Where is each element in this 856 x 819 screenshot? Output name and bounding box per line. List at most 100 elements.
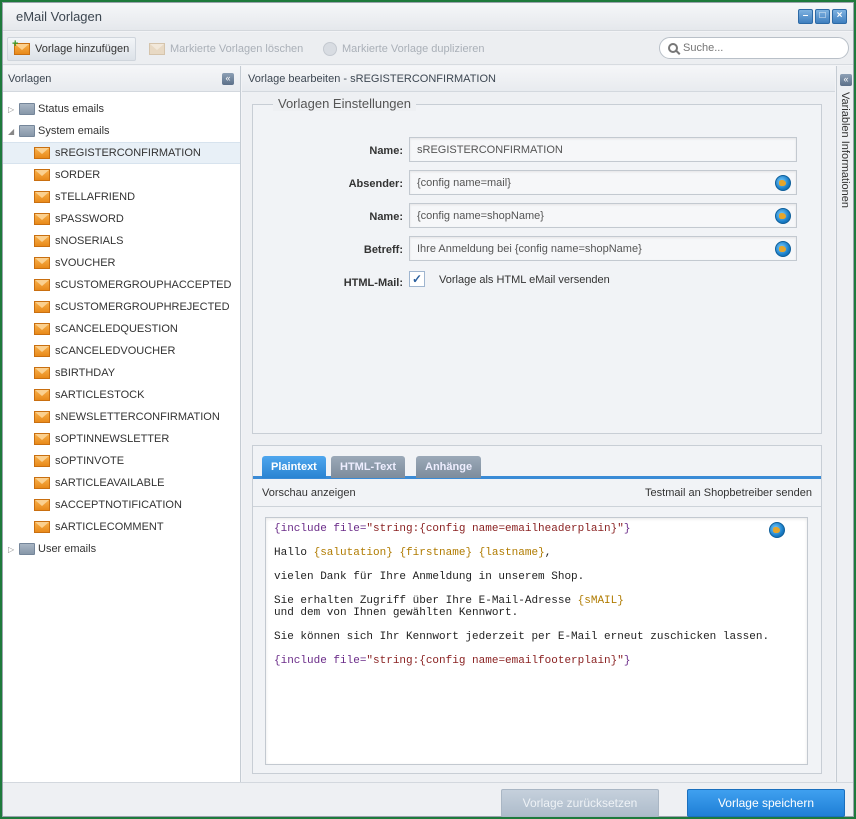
variables-info-title[interactable]: Variablen Informationen — [839, 92, 851, 208]
collapse-arrow-icon[interactable]: ◢ — [8, 127, 16, 136]
preview-button[interactable]: Vorschau anzeigen — [262, 487, 356, 499]
html-mail-row: HTML-Mail: ✓ Vorlage als HTML eMail vers… — [253, 269, 823, 297]
template-item[interactable]: sARTICLEAVAILABLE — [3, 472, 240, 494]
delete-templates-button[interactable]: Markierte Vorlagen löschen — [143, 37, 309, 61]
template-item[interactable]: sARTICLESTOCK — [3, 384, 240, 406]
template-item-label: sARTICLEAVAILABLE — [55, 477, 165, 489]
collapse-left-icon[interactable]: « — [222, 73, 234, 85]
sender-row: Absender: {config name=mail} — [253, 170, 823, 198]
template-item[interactable]: sOPTINNEWSLETTER — [3, 428, 240, 450]
template-item-label: sARTICLESTOCK — [55, 389, 145, 401]
template-item[interactable]: sCANCELEDVOUCHER — [3, 340, 240, 362]
name-label: Name: — [369, 145, 403, 157]
template-item[interactable]: sNOSERIALS — [3, 230, 240, 252]
search-input[interactable] — [683, 42, 833, 54]
template-item-label: sOPTINVOTE — [55, 455, 125, 467]
mail-icon — [34, 367, 50, 379]
sender-name-value: {config name=shopName} — [417, 209, 544, 222]
settings-fieldset: Vorlagen Einstellungen Name: sREGISTERCO… — [252, 96, 823, 434]
template-item-label: sOPTINNEWSLETTER — [55, 433, 170, 445]
template-item[interactable]: sARTICLECOMMENT — [3, 516, 240, 538]
globe-icon[interactable] — [775, 241, 791, 257]
html-mail-label: HTML-Mail: — [343, 277, 403, 289]
template-item[interactable]: sREGISTERCONFIRMATION — [3, 142, 240, 164]
template-item[interactable]: sORDER — [3, 164, 240, 186]
subject-field[interactable]: Ihre Anmeldung bei {config name=shopName… — [409, 236, 797, 261]
mail-icon — [34, 499, 50, 511]
template-item-label: sCUSTOMERGROUPHREJECTED — [55, 301, 230, 313]
minimize-button[interactable]: – — [798, 9, 813, 24]
template-item-label: sCANCELEDVOUCHER — [55, 345, 176, 357]
globe-icon[interactable] — [769, 522, 785, 538]
sender-field[interactable]: {config name=mail} — [409, 170, 797, 195]
template-item-label: sNOSERIALS — [55, 235, 124, 247]
expand-side-icon[interactable]: « — [840, 74, 852, 86]
globe-icon[interactable] — [775, 175, 791, 191]
template-item[interactable]: sACCEPTNOTIFICATION — [3, 494, 240, 516]
template-item-label: sCUSTOMERGROUPHACCEPTED — [55, 279, 232, 291]
tree-folder-system-emails[interactable]: ◢ System emails — [3, 120, 240, 142]
mail-icon — [34, 235, 50, 247]
folder-icon — [19, 543, 35, 555]
maximize-button[interactable]: □ — [815, 9, 830, 24]
subject-row: Betreff: Ihre Anmeldung bei {config name… — [253, 236, 823, 264]
delete-mail-icon — [149, 43, 165, 55]
template-item[interactable]: sCUSTOMERGROUPHREJECTED — [3, 296, 240, 318]
plaintext-editor[interactable]: {include file="string:{config name=email… — [265, 517, 808, 765]
duplicate-template-label: Markierte Vorlage duplizieren — [342, 43, 485, 55]
template-item[interactable]: sBIRTHDAY — [3, 362, 240, 384]
body-line-2: Sie erhalten Zugriff über Ihre E-Mail-Ad… — [274, 595, 624, 607]
mail-icon — [34, 345, 50, 357]
name-field[interactable]: sREGISTERCONFIRMATION — [409, 137, 797, 162]
add-template-button[interactable]: + Vorlage hinzufügen — [7, 37, 137, 61]
mail-icon — [34, 521, 50, 533]
globe-icon[interactable] — [775, 208, 791, 224]
editor-panel-title: Vorlage bearbeiten - sREGISTERCONFIRMATI… — [248, 73, 496, 85]
footer-include-line: {include file="string:{config name=email… — [274, 655, 631, 667]
tab-attachments[interactable]: Anhänge — [416, 456, 482, 478]
sender-name-row: Name: {config name=shopName} — [253, 203, 823, 231]
template-item[interactable]: sTELLAFRIEND — [3, 186, 240, 208]
variables-side-panel: « Variablen Informationen — [836, 66, 853, 782]
template-item-label: sPASSWORD — [55, 213, 124, 225]
tree-folder-user-emails[interactable]: ▷ User emails — [3, 538, 240, 560]
duplicate-template-button[interactable]: Markierte Vorlage duplizieren — [317, 37, 490, 61]
sender-name-label: Name: — [369, 211, 403, 223]
template-item[interactable]: sNEWSLETTERCONFIRMATION — [3, 406, 240, 428]
system-email-list: sREGISTERCONFIRMATION sORDER sTELLAFRIEND s… — [3, 142, 240, 538]
tab-plaintext[interactable]: Plaintext — [262, 456, 326, 478]
template-item[interactable]: sOPTINVOTE — [3, 450, 240, 472]
mail-icon — [34, 433, 50, 445]
tree-folder-status-emails[interactable]: ▷ Status emails — [3, 98, 240, 120]
template-item-label: sNEWSLETTERCONFIRMATION — [55, 411, 220, 423]
reset-template-button[interactable]: Vorlage zurücksetzen — [501, 789, 659, 817]
template-item-label: sARTICLECOMMENT — [55, 521, 164, 533]
tab-html-text[interactable]: HTML-Text — [331, 456, 406, 478]
title-bar: eMail Vorlagen – □ × — [3, 3, 853, 31]
search-icon — [668, 43, 678, 53]
mail-icon — [34, 477, 50, 489]
close-button[interactable]: × — [832, 9, 847, 24]
content-tabpanel: Plaintext HTML-Text Anhänge Vorschau anz… — [252, 445, 822, 774]
header-include-line: {include file="string:{config name=email… — [274, 523, 631, 535]
template-item[interactable]: sCUSTOMERGROUPHACCEPTED — [3, 274, 240, 296]
send-testmail-button[interactable]: Testmail an Shopbetreiber senden — [645, 487, 812, 499]
expand-arrow-icon[interactable]: ▷ — [8, 105, 16, 114]
template-item[interactable]: sPASSWORD — [3, 208, 240, 230]
template-item[interactable]: sVOUCHER — [3, 252, 240, 274]
html-mail-checkbox[interactable]: ✓ — [409, 271, 425, 287]
template-item-label: sORDER — [55, 169, 101, 181]
search-box — [659, 37, 849, 59]
templates-panel: Vorlagen « ▷ Status emails ◢ System emai… — [3, 66, 241, 782]
save-template-button[interactable]: Vorlage speichern — [687, 789, 845, 817]
template-item-label: sTELLAFRIEND — [55, 191, 136, 203]
sender-label: Absender: — [348, 178, 403, 190]
greeting-line: Hallo {salutation} {firstname} {lastname… — [274, 547, 552, 559]
body-line-3: und dem von Ihnen gewählten Kennwort. — [274, 607, 519, 619]
template-tree: ▷ Status emails ◢ System emails sREGISTE… — [3, 92, 240, 560]
mail-icon — [34, 257, 50, 269]
folder-open-icon — [19, 125, 35, 137]
expand-arrow-icon[interactable]: ▷ — [8, 545, 16, 554]
sender-name-field[interactable]: {config name=shopName} — [409, 203, 797, 228]
template-item[interactable]: sCANCELEDQUESTION — [3, 318, 240, 340]
